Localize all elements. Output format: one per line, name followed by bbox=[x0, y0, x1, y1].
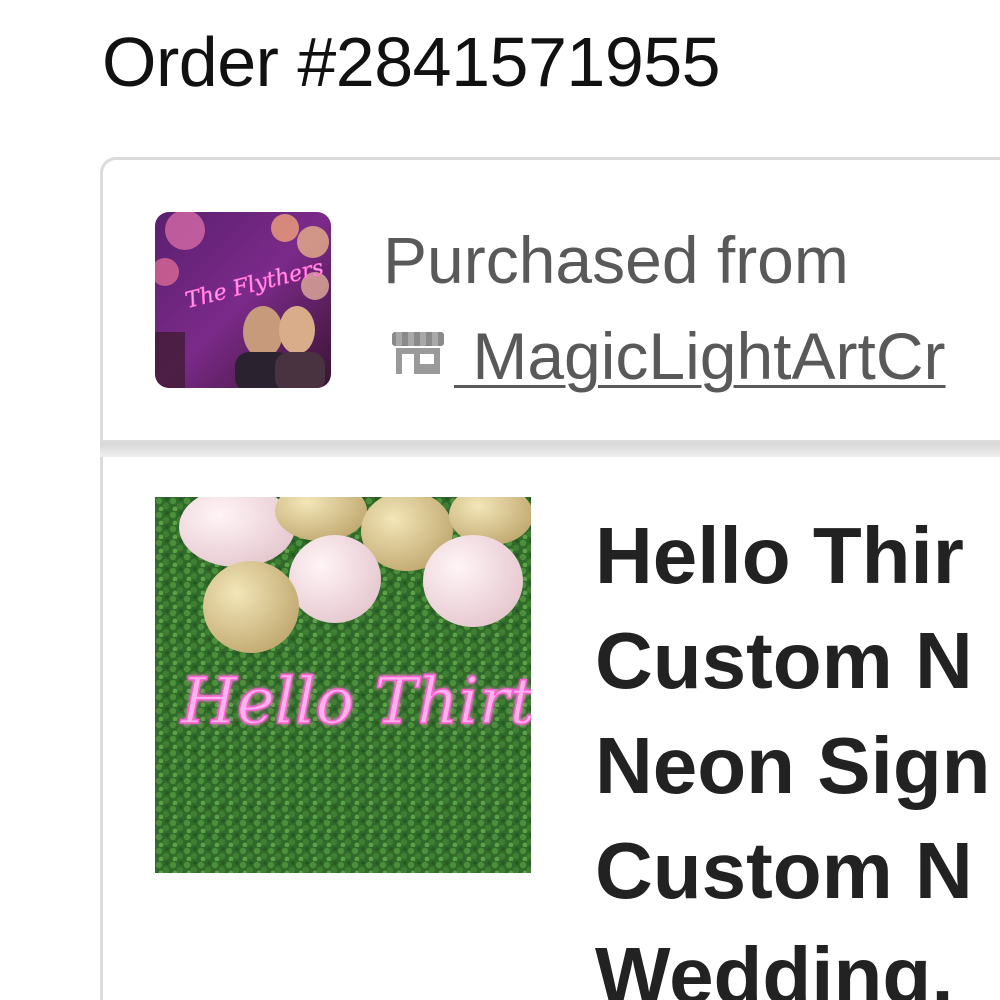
shop-avatar[interactable]: The Flythers bbox=[155, 212, 331, 388]
card-divider bbox=[100, 443, 1000, 457]
item-title-link[interactable]: Hello Thir Custom N Neon Sign Custom N W… bbox=[595, 503, 1000, 1000]
shop-link-row: MagicLightArtCr bbox=[390, 318, 946, 394]
shop-avatar-image: The Flythers bbox=[155, 212, 331, 388]
shop-name-link[interactable]: MagicLightArtCr bbox=[454, 318, 945, 394]
purchased-from-label: Purchased from bbox=[383, 223, 849, 297]
item-image-graphic: Hello Thirty bbox=[155, 497, 531, 873]
shop-card: The Flythers Purchased from MagicLightAr… bbox=[100, 157, 1000, 443]
order-title: Order #2841571955 bbox=[102, 23, 721, 101]
store-icon bbox=[390, 330, 454, 383]
item-image-sign-text: Hello Thirty bbox=[180, 665, 531, 739]
order-detail-page: Order #2841571955 The Flythers Purchased… bbox=[0, 0, 1000, 1000]
item-image[interactable]: Hello Thirty bbox=[155, 497, 531, 873]
order-item-card: Hello Thirty Hello Thir Custom N Neon Si… bbox=[100, 457, 1000, 1000]
